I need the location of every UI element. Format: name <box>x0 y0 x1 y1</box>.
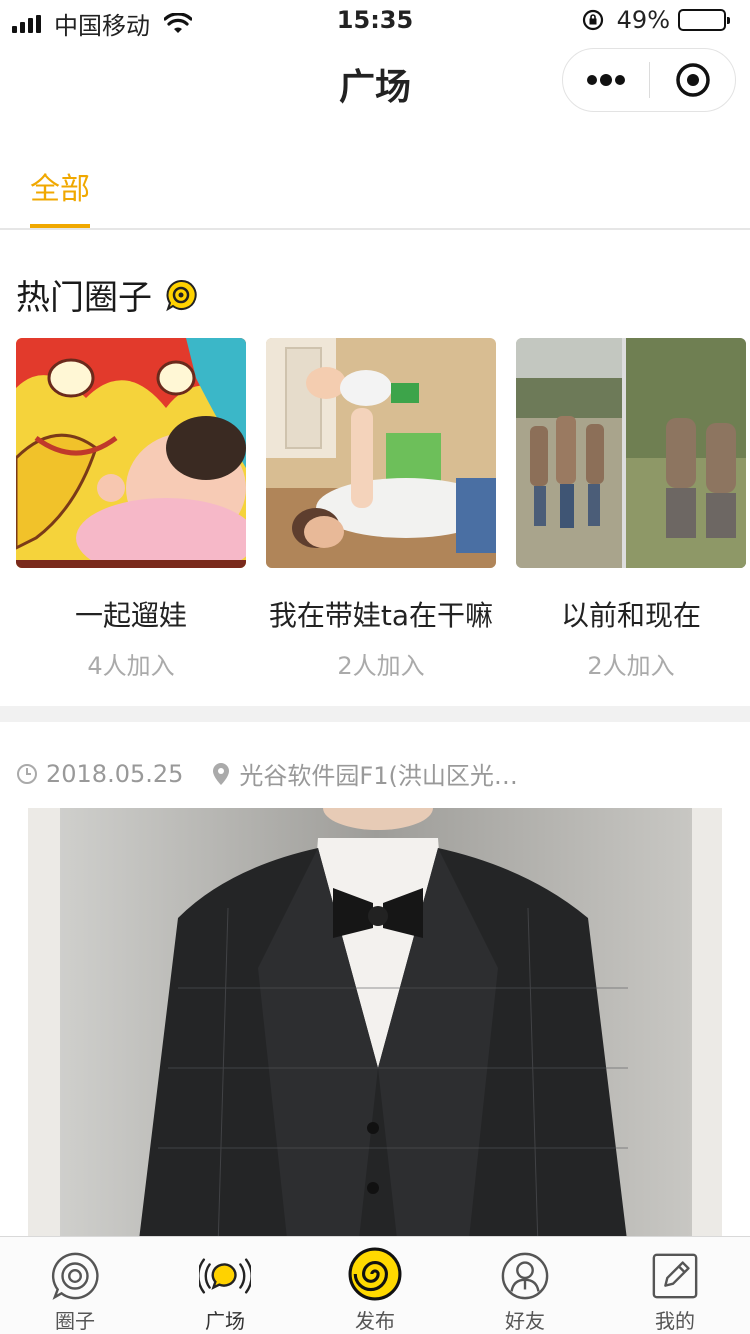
bottom-tab-bar: 圈子 广场 发布 好友 我的 <box>0 1236 750 1334</box>
tabbar-label: 广场 <box>205 1309 245 1333</box>
circle-cover-image <box>16 338 246 568</box>
post-location[interactable]: 光谷软件园F1(洪山区光… <box>239 756 517 791</box>
circle-card[interactable]: 一起遛娃 4人加入 <box>16 338 246 678</box>
tab-all[interactable]: 全部 <box>30 164 90 208</box>
battery-percent: 49% <box>616 6 670 34</box>
clock-icon <box>17 763 37 784</box>
tabbar-label: 发布 <box>355 1309 395 1333</box>
tabbar-label: 圈子 <box>55 1309 95 1333</box>
status-bar: 中国移动 15:35 49% <box>0 0 750 40</box>
post-meta: 2018.05.25 光谷软件园F1(洪山区光… <box>16 756 518 791</box>
circle-card[interactable]: 我在带娃ta在干嘛 2人加入 <box>266 338 496 678</box>
hot-circles-header: 热门圈子 <box>16 270 198 319</box>
circle-member-count: 2人加入 <box>337 652 425 678</box>
tabbar-label: 我的 <box>655 1309 695 1333</box>
circle-name: 我在带娃ta在干嘛 <box>268 599 494 632</box>
tabbar-label: 好友 <box>505 1309 545 1333</box>
hot-circles-list: 一起遛娃 4人加入 我在带娃ta在干嘛 2人加入 以前和现在 2人加入 <box>16 338 750 678</box>
section-divider <box>0 706 750 722</box>
circle-member-count: 2人加入 <box>587 652 675 678</box>
tabbar-item-friends[interactable]: 好友 <box>450 1237 600 1334</box>
battery-icon <box>678 9 730 31</box>
post-image[interactable] <box>28 808 722 1248</box>
friend-person-icon <box>501 1252 549 1300</box>
mini-program-capsule <box>562 48 736 112</box>
rotation-lock-icon <box>582 9 603 31</box>
spiral-publish-icon <box>348 1247 402 1301</box>
category-tabs: 全部 <box>0 124 750 230</box>
edit-note-icon <box>652 1253 698 1299</box>
circle-cover-image <box>516 338 746 568</box>
nav-bar: 广场 <box>0 40 750 124</box>
circle-ripple-icon <box>51 1252 99 1300</box>
tabbar-item-publish[interactable]: 发布 <box>300 1237 450 1334</box>
location-pin-icon <box>213 762 230 785</box>
circle-name: 一起遛娃 <box>74 599 187 632</box>
circle-member-count: 4人加入 <box>87 652 175 678</box>
more-button[interactable] <box>563 49 649 111</box>
circle-cover-image <box>266 338 496 568</box>
circle-card[interactable]: 以前和现在 2人加入 <box>516 338 746 678</box>
post-date: 2018.05.25 <box>46 759 184 788</box>
circle-name: 以前和现在 <box>560 599 701 632</box>
chat-bubble-icon <box>166 279 197 311</box>
target-close-icon <box>675 63 710 97</box>
tab-active-indicator <box>30 224 90 228</box>
tabbar-item-mine[interactable]: 我的 <box>600 1237 750 1334</box>
tabbar-item-square[interactable]: 广场 <box>150 1237 300 1334</box>
more-dots-icon <box>587 74 625 86</box>
tabbar-item-circles[interactable]: 圈子 <box>0 1237 150 1334</box>
broadcast-bubble-icon <box>199 1258 251 1294</box>
section-title: 热门圈子 <box>16 278 152 318</box>
app-page: 中国移动 15:35 49% 广场 全部 热门圈子 一起遛娃 4人加入 我在带娃… <box>0 0 750 1334</box>
close-button[interactable] <box>650 49 735 111</box>
